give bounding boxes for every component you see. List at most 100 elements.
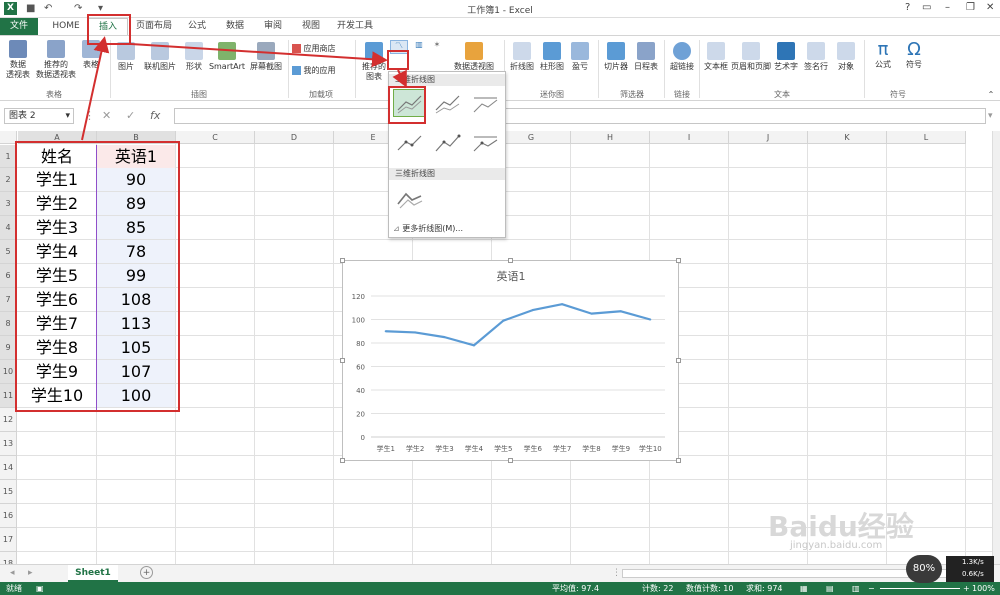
picture-button[interactable]: 图片 [114,42,138,72]
zoom-slider[interactable] [880,588,960,589]
page-layout-view-icon[interactable]: ▤ [826,582,834,595]
add-sheet-icon[interactable]: + [140,566,153,579]
collapse-ribbon-icon[interactable]: ⌃ [986,90,996,100]
tab-view[interactable]: 视图 [294,18,328,35]
timeline-button[interactable]: 日程表 [632,42,660,72]
line-chart[interactable]: 英语1 0 20 40 60 80 100 120 学生1 学生2 学生3 学生4 学生5 学生6 学生7 学… [340,258,681,463]
row-header[interactable]: 16 [0,504,17,528]
row-header[interactable]: 18 [0,552,17,564]
scroll-left-icon[interactable]: ◂ [10,568,15,578]
column-header[interactable]: D [255,131,334,144]
line-markers-option[interactable] [393,129,425,157]
header-footer-button[interactable]: 页眉和页脚 [731,42,771,72]
resize-handle[interactable] [340,458,345,463]
tab-formulas[interactable]: 公式 [180,18,214,35]
ribbon-display-button[interactable]: ▭ [922,1,931,15]
symbol-button[interactable]: Ω 符号 [900,40,928,70]
vertical-scrollbar[interactable] [992,131,1000,564]
textbox-button[interactable]: 文本框 [703,42,729,72]
data-point[interactable] [502,319,505,322]
help-button[interactable]: ? [905,1,910,15]
zoom-in-icon[interactable]: + [963,582,970,595]
data-point[interactable] [649,318,652,321]
resize-handle[interactable] [676,258,681,263]
resize-handle[interactable] [508,458,513,463]
maximize-button[interactable]: ❐ [966,1,975,15]
row-header[interactable]: 15 [0,480,17,504]
normal-view-icon[interactable]: ▦ [800,582,808,595]
equation-button[interactable]: π 公式 [868,40,898,70]
insert-other-chart-button[interactable]: ✶ [430,40,444,50]
shapes-button[interactable]: 形状 [182,42,206,72]
scroll-right-icon[interactable]: ▸ [28,568,33,578]
resize-handle[interactable] [340,358,345,363]
pivot-chart-button[interactable]: 数据透视图 [454,42,494,72]
data-point[interactable] [561,303,564,306]
percent-stacked-line-option[interactable] [469,89,501,117]
page-break-view-icon[interactable]: ▥ [852,582,860,595]
data-point[interactable] [414,331,417,334]
sparkline-line-button[interactable]: 折线图 [508,42,536,72]
tab-home[interactable]: HOME [46,18,86,35]
data-point[interactable] [590,312,593,315]
slicer-button[interactable]: 切片器 [602,42,630,72]
chart-title[interactable]: 英语1 [497,269,526,283]
series-line[interactable] [385,303,651,347]
stacked-line-option[interactable] [431,89,463,117]
column-header[interactable]: C [176,131,255,144]
column-header[interactable]: J [729,131,808,144]
data-point[interactable] [531,309,534,312]
column-header[interactable]: L [887,131,966,144]
enter-icon[interactable]: ✓ [126,108,135,124]
recommended-charts-button[interactable]: 推荐的 图表 [360,42,388,82]
app-store-button[interactable]: 应用商店 [292,44,344,54]
tab-page-layout[interactable]: 页面布局 [132,18,176,35]
macro-record-icon[interactable]: ▣ [36,582,44,595]
zoom-level[interactable]: 100% [972,582,995,595]
formula-input[interactable] [174,108,986,124]
sheet-tab-sheet1[interactable]: Sheet1 [68,565,118,582]
tab-developer[interactable]: 开发工具 [332,18,378,35]
percent-stacked-markers-option[interactable] [469,129,501,157]
data-point[interactable] [472,344,475,347]
insert-function-icon[interactable]: fx [150,108,160,124]
data-point[interactable] [619,310,622,313]
name-box[interactable]: 图表 2 ▾ [4,108,74,124]
column-header[interactable]: I [650,131,729,144]
data-point[interactable] [384,330,387,333]
row-header[interactable]: 17 [0,528,17,552]
wordart-button[interactable]: 艺术字 [773,42,799,72]
hyperlink-button[interactable]: 超链接 [668,42,696,72]
signature-button[interactable]: 签名行 [801,42,831,72]
data-point[interactable] [443,336,446,339]
minimize-button[interactable]: – [945,1,950,15]
column-header[interactable]: K [808,131,887,144]
more-line-charts-link[interactable]: ⊿ 更多折线图(M)... [393,223,463,234]
row-header[interactable]: 13 [0,432,17,456]
column-header[interactable]: H [571,131,650,144]
tab-review[interactable]: 审阅 [256,18,290,35]
insert-column-chart-button[interactable]: ▥ [412,40,426,50]
pivot-table-button[interactable]: 数据 透视表 [4,40,32,80]
more-options-icon[interactable]: ⋮ [612,568,621,578]
online-picture-button[interactable]: 联机图片 [140,42,180,72]
my-apps-button[interactable]: 我的应用 [292,66,344,76]
smartart-button[interactable]: SmartArt [208,42,246,72]
tab-data[interactable]: 数据 [218,18,252,35]
close-button[interactable]: ✕ [986,1,994,15]
tab-file[interactable]: 文件 [0,18,38,35]
3d-line-option[interactable] [393,185,425,213]
resize-handle[interactable] [676,358,681,363]
sparkline-winloss-button[interactable]: 盈亏 [568,42,592,72]
row-header[interactable]: 14 [0,456,17,480]
stacked-line-markers-option[interactable] [431,129,463,157]
cancel-icon[interactable]: ✕ [102,108,111,124]
resize-handle[interactable] [676,458,681,463]
recommended-pivot-button[interactable]: 推荐的 数据透视表 [34,40,78,80]
resize-handle[interactable] [340,258,345,263]
resize-handle[interactable] [508,258,513,263]
expand-formula-icon[interactable]: ▾ [988,108,993,124]
sparkline-column-button[interactable]: 柱形图 [538,42,566,72]
screenshot-button[interactable]: 屏幕截图 [248,42,284,72]
object-button[interactable]: 对象 [833,42,859,72]
